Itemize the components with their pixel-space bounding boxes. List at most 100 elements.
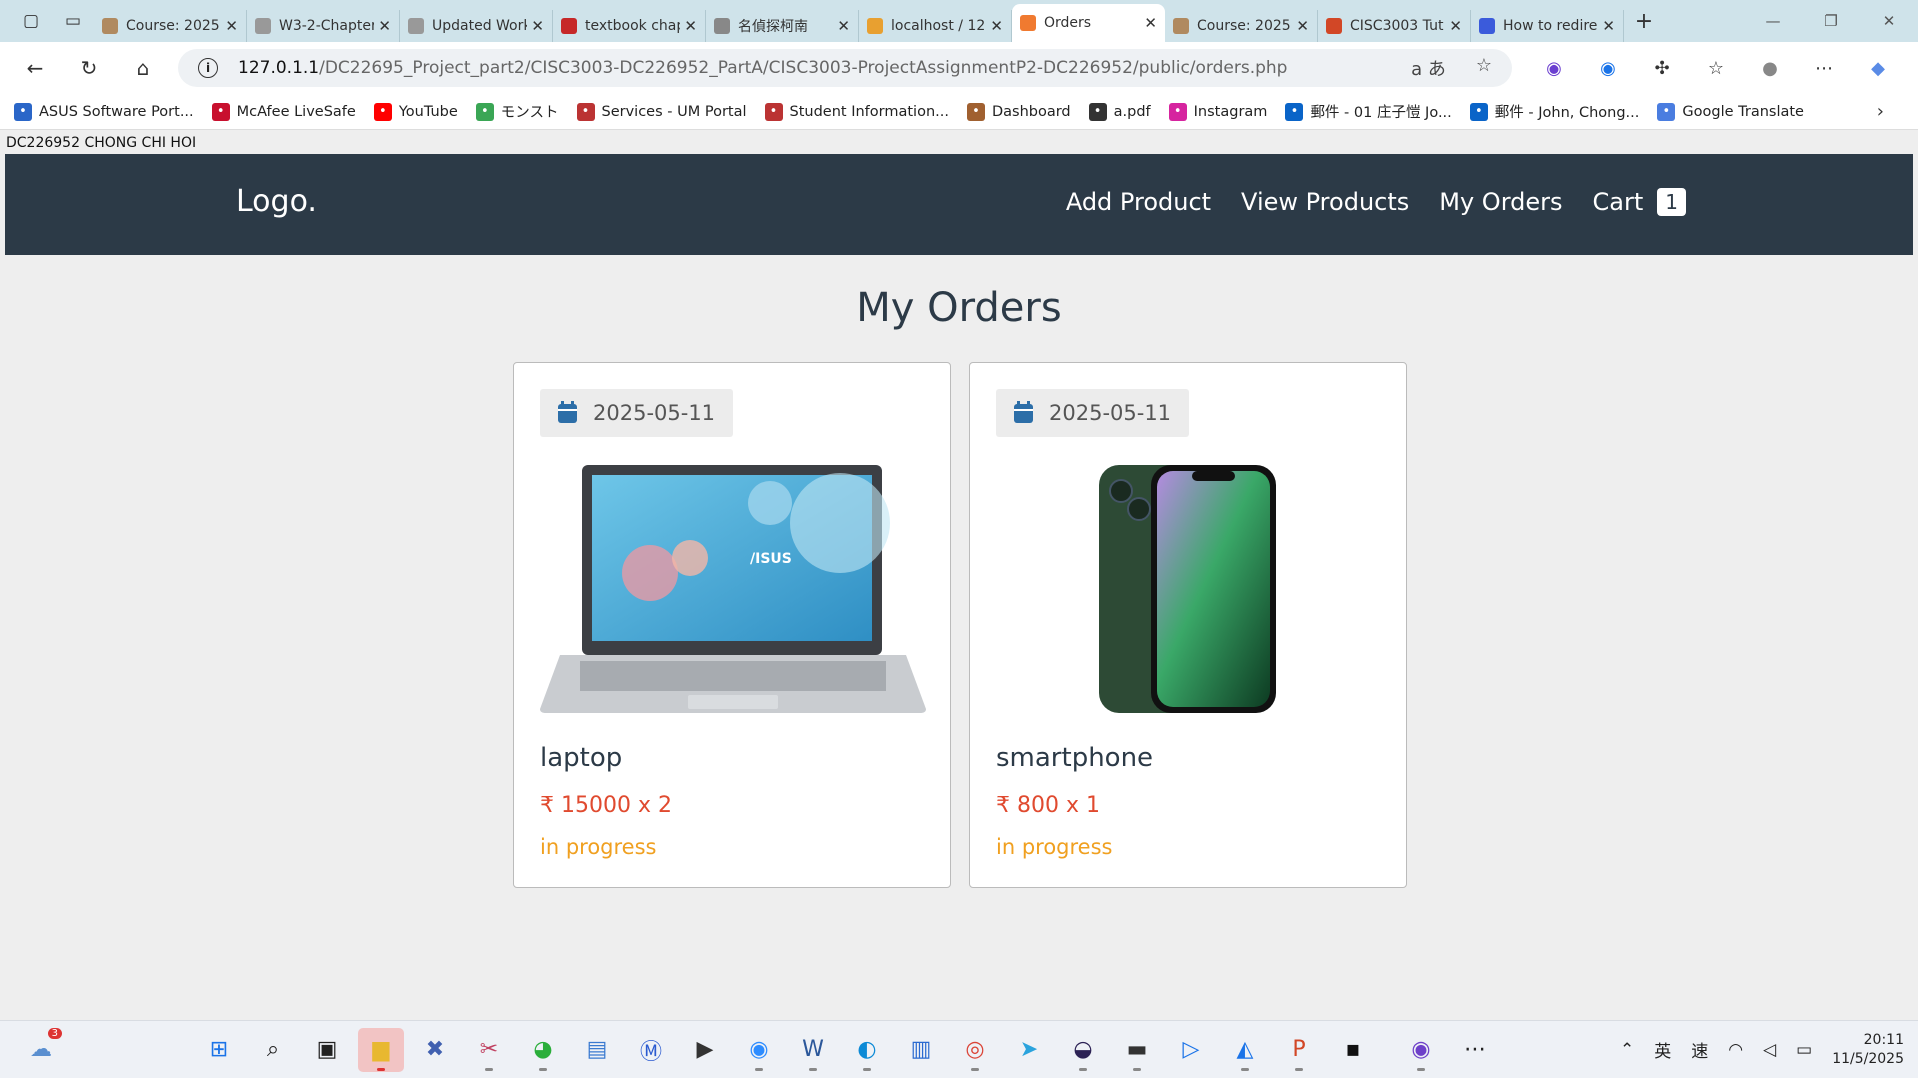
bookmark-item[interactable]: • a.pdf	[1088, 101, 1151, 122]
media-player-icon[interactable]: ▶	[682, 1028, 728, 1072]
bookmark-item[interactable]: • モンスト	[475, 101, 559, 122]
store-icon[interactable]: ◭	[1222, 1028, 1268, 1072]
browser-tab[interactable]: W3-2-Chapter ✕	[247, 10, 400, 42]
tab-close-icon[interactable]: ✕	[1602, 17, 1615, 35]
more-menu-icon[interactable]: ⋯	[1806, 50, 1842, 86]
bookmark-item[interactable]: • ASUS Software Port...	[14, 101, 194, 122]
order-card: 2025-05-11 smartphone ₹ 800 x 1 in progr…	[969, 362, 1407, 888]
profile-icon[interactable]: ●	[1752, 50, 1788, 86]
laptop-image: /ISUS	[540, 463, 926, 715]
bookmarks-more-icon[interactable]: ›	[1877, 101, 1884, 122]
ime-language[interactable]: 英	[1654, 1037, 1671, 1062]
bookmark-label: a.pdf	[1113, 103, 1151, 120]
weather-badge: 3	[47, 1027, 62, 1039]
terminal-icon[interactable]: ▬	[1114, 1028, 1160, 1072]
media-app-icon[interactable]: ▷	[1168, 1028, 1214, 1072]
nav-add-product[interactable]: Add Product	[1066, 188, 1211, 216]
bookmark-item[interactable]: • McAfee LiveSafe	[211, 101, 356, 122]
back-button[interactable]: ←	[8, 48, 62, 88]
browser-tab[interactable]: 名偵探柯南 ✕	[706, 10, 859, 42]
browser-tab[interactable]: Updated Work ✕	[400, 10, 553, 42]
bookmark-label: Dashboard	[991, 103, 1071, 120]
browser-tab[interactable]: textbook chap ✕	[553, 10, 706, 42]
github-icon[interactable]: ◉	[1398, 1028, 1444, 1072]
nav-cart[interactable]: Cart 1	[1593, 188, 1686, 216]
wifi-icon[interactable]: ◠	[1728, 1040, 1743, 1060]
tab-close-icon[interactable]: ✕	[531, 17, 544, 35]
browser-tab[interactable]: How to redirect✕	[1471, 10, 1624, 42]
weather-icon[interactable]: ☁ 3	[18, 1027, 64, 1072]
chrome-icon[interactable]: ◎	[952, 1028, 998, 1072]
order-date-text: 2025-05-11	[1049, 401, 1172, 425]
bookmark-item[interactable]: • Google Translate	[1657, 101, 1804, 122]
new-tab-button[interactable]: +	[1624, 9, 1664, 34]
app-x-icon[interactable]: ✖	[412, 1028, 458, 1072]
bookmark-label: McAfee LiveSafe	[236, 103, 356, 120]
favorite-star-icon[interactable]: ☆	[1476, 55, 1492, 81]
tab-close-icon[interactable]: ✕	[378, 17, 391, 35]
copilot-icon[interactable]: ◆	[1860, 50, 1896, 86]
restore-icon[interactable]: ❐	[1802, 0, 1860, 42]
site-logo[interactable]: Logo.	[236, 184, 317, 219]
telegram-icon[interactable]: ➤	[1006, 1028, 1052, 1072]
word-icon[interactable]: W	[790, 1028, 836, 1072]
tray-chevron-icon[interactable]: ⌃	[1620, 1040, 1634, 1060]
control-panel-icon[interactable]: ▤	[574, 1028, 620, 1072]
nav-view-products[interactable]: View Products	[1241, 188, 1409, 216]
tab-close-icon[interactable]: ✕	[684, 17, 697, 35]
bookmark-item[interactable]: • 郵件 - 01 庄子愷 Jo...	[1285, 101, 1452, 122]
home-button[interactable]: ⌂	[116, 48, 170, 88]
refresh-button[interactable]: ↻	[62, 48, 116, 88]
bookmark-item[interactable]: • Instagram	[1168, 101, 1268, 122]
url-field[interactable]: i 127.0.1.1/DC22695_Project_part2/CISC30…	[178, 49, 1512, 87]
site-info-icon[interactable]: i	[198, 58, 218, 78]
tab-close-icon[interactable]: ✕	[225, 17, 238, 35]
close-window-icon[interactable]: ✕	[1860, 0, 1918, 42]
tab-close-icon[interactable]: ✕	[1296, 17, 1309, 35]
tab-close-icon[interactable]: ✕	[1449, 17, 1462, 35]
bookmark-item[interactable]: • 郵件 - John, Chong...	[1469, 101, 1639, 122]
zoom-icon[interactable]: ◉	[736, 1028, 782, 1072]
tab-close-icon[interactable]: ✕	[837, 17, 850, 35]
wechat-icon[interactable]: ◕	[520, 1028, 566, 1072]
bookmark-item[interactable]: • Student Information...	[764, 101, 949, 122]
start-icon[interactable]: ⊞	[196, 1028, 242, 1072]
eclipse-icon[interactable]: ◒	[1060, 1028, 1106, 1072]
browser-tab[interactable]: Course: 2025 ✕	[94, 10, 247, 42]
cmd-icon[interactable]: ▪	[1330, 1028, 1376, 1072]
task-view-icon[interactable]: ▣	[304, 1028, 350, 1072]
nav-my-orders[interactable]: My Orders	[1439, 188, 1562, 216]
volume-icon[interactable]: ◁	[1763, 1040, 1776, 1060]
extension-purple-icon[interactable]: ◉	[1536, 50, 1572, 86]
bookmark-item[interactable]: • Dashboard	[966, 101, 1071, 122]
browser-tab[interactable]: Orders ✕	[1012, 4, 1165, 42]
svg-text:/ISUS: /ISUS	[750, 551, 792, 567]
tab-close-icon[interactable]: ✕	[990, 17, 1003, 35]
minimize-icon[interactable]: —	[1744, 0, 1802, 42]
notepad-icon[interactable]: ▥	[898, 1028, 944, 1072]
bookmark-item[interactable]: • Services - UM Portal	[576, 101, 747, 122]
browser-tab[interactable]: Course: 2025 ✕	[1165, 10, 1318, 42]
bookmark-item[interactable]: • YouTube	[373, 101, 458, 122]
snipping-tool-icon[interactable]: ✂	[466, 1028, 512, 1072]
tab-actions-icon[interactable]: ▭	[52, 0, 94, 42]
app-m-icon[interactable]: Ⓜ	[628, 1028, 674, 1072]
extension-blue-icon[interactable]: ◉	[1590, 50, 1626, 86]
overflow-icon[interactable]: ⋯	[1452, 1028, 1498, 1072]
page-title: My Orders	[856, 285, 1062, 331]
read-aloud-icon[interactable]: a あ	[1411, 55, 1446, 81]
extensions-icon[interactable]: ✣	[1644, 50, 1680, 86]
ime-mode[interactable]: 速	[1691, 1037, 1708, 1062]
file-explorer-icon[interactable]: ▆	[358, 1027, 404, 1072]
edge-icon[interactable]: ◐	[844, 1028, 890, 1072]
tab-close-icon[interactable]: ✕	[1144, 14, 1157, 32]
browser-tab[interactable]: localhost / 127 ✕	[859, 10, 1012, 42]
clock[interactable]: 20:11 11/5/2025	[1832, 1031, 1904, 1069]
workspaces-icon[interactable]: ▢	[10, 0, 52, 42]
browser-tab[interactable]: CISC3003 Tut ✕	[1318, 10, 1471, 42]
battery-icon[interactable]: ▭	[1796, 1040, 1812, 1060]
search-icon[interactable]: ⌕	[250, 1028, 296, 1072]
favorites-icon[interactable]: ☆	[1698, 50, 1734, 86]
powerpoint-icon[interactable]: P	[1276, 1028, 1322, 1072]
bookmark-label: Instagram	[1193, 103, 1268, 120]
